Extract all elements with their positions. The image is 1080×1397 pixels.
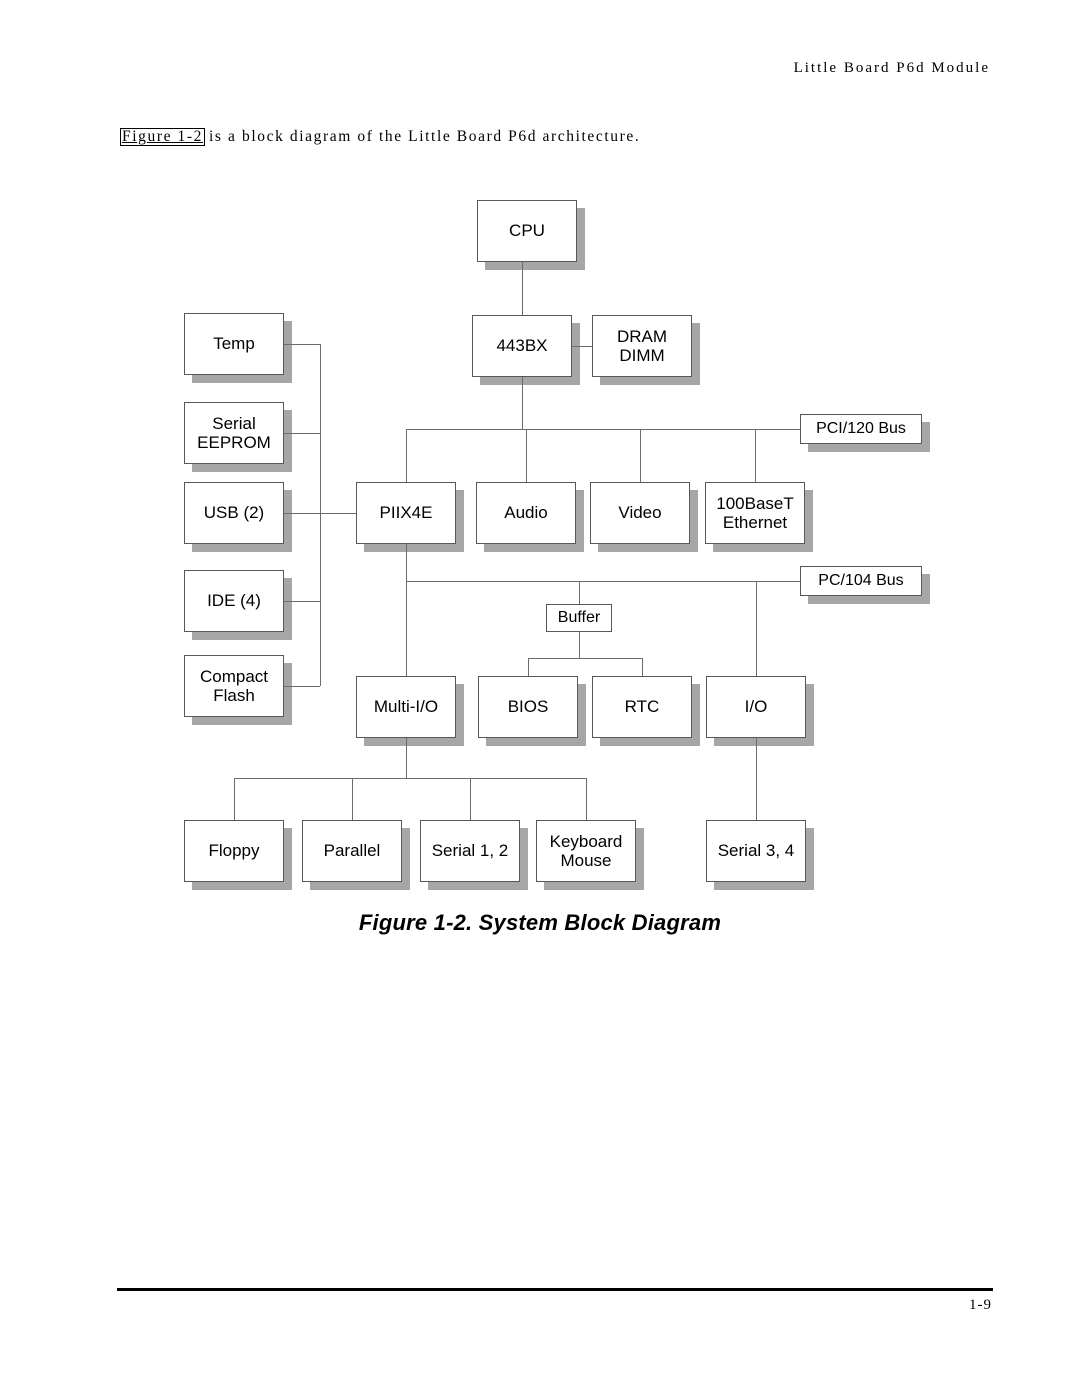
block-cpu[interactable]: CPU [477,200,577,262]
wire-usb-to-piix4e [284,513,356,514]
block-serial-eeprom-label: Serial EEPROM [197,413,271,452]
block-dram-dimm-label: DRAM DIMM [616,326,668,365]
block-pc104-bus[interactable]: PC/104 Bus [800,566,922,596]
wire-ide-stub [284,601,320,602]
wire-compactflash-stub [284,686,320,687]
block-multi-io[interactable]: Multi-I/O [356,676,456,738]
block-audio-label: Audio [504,503,548,523]
block-pci120-bus[interactable]: PCI/120 Bus [800,414,922,444]
block-video[interactable]: Video [590,482,690,544]
wire-cpu-to-443bx [522,262,523,315]
block-parallel-label: Parallel [323,841,381,861]
wire-branch-to-floppy [234,778,235,820]
wire-branch-to-keyboard-mouse [586,778,587,820]
block-pc104-bus-label: PC/104 Bus [818,572,904,590]
wire-bottom-branch-line [234,778,586,779]
wire-443bx-to-dram [572,346,592,347]
block-video-label: Video [618,503,662,523]
block-ide-label: IDE (4) [207,591,261,611]
wire-pc104-drop-multiio [406,581,407,676]
wire-branch-to-serial12 [470,778,471,820]
wire-left-peripheral-bus [320,344,321,686]
footer-page-number: 1-9 [969,1297,992,1313]
block-floppy-label: Floppy [208,841,260,861]
block-443bx-label: 443BX [496,336,548,356]
footer-divider [117,1288,993,1291]
block-temp[interactable]: Temp [184,313,284,375]
block-keyboard-mouse[interactable]: Keyboard Mouse [536,820,636,882]
block-100baset-ethernet[interactable]: 100BaseT Ethernet [705,482,805,544]
block-parallel[interactable]: Parallel [302,820,402,882]
figure-caption: Figure 1-2. System Block Diagram [358,910,722,935]
block-ide[interactable]: IDE (4) [184,570,284,632]
block-usb[interactable]: USB (2) [184,482,284,544]
block-rtc[interactable]: RTC [592,676,692,738]
block-cpu-label: CPU [509,221,545,241]
wire-piix4e-to-pc104-bus [406,544,407,582]
block-bios[interactable]: BIOS [478,676,578,738]
block-multi-io-label: Multi-I/O [373,697,439,717]
block-floppy[interactable]: Floppy [184,820,284,882]
block-piix4e[interactable]: PIIX4E [356,482,456,544]
block-443bx[interactable]: 443BX [472,315,572,377]
system-block-diagram: CPU 443BX DRAM DIMM Temp Serial EEPROM U… [0,0,1080,980]
wire-multiio-down [406,738,407,778]
wire-pc104-bus-line [406,581,800,582]
block-serial-3-4-label: Serial 3, 4 [717,841,795,861]
wire-branch-to-parallel [352,778,353,820]
block-audio[interactable]: Audio [476,482,576,544]
wire-io-to-serial34 [756,738,757,820]
block-compact-flash[interactable]: Compact Flash [184,655,284,717]
block-keyboard-mouse-label: Keyboard Mouse [549,831,623,870]
block-serial-3-4[interactable]: Serial 3, 4 [706,820,806,882]
wire-pci-drop-video [640,429,641,482]
block-buffer[interactable]: Buffer [546,604,612,632]
block-dram-dimm[interactable]: DRAM DIMM [592,315,692,377]
wire-buffer-branch [528,658,642,659]
wire-pci-drop-piix4e [406,429,407,482]
block-io-label: I/O [744,697,768,717]
block-rtc-label: RTC [624,697,660,717]
block-temp-label: Temp [213,334,255,354]
block-compact-flash-label: Compact Flash [199,666,269,705]
wire-pc104-drop-buffer [579,581,580,604]
block-buffer-label: Buffer [557,609,601,627]
wire-pci120-bus-line [406,429,800,430]
wire-branch-to-bios [528,658,529,676]
wire-buffer-down [579,632,580,658]
block-bios-label: BIOS [507,697,549,717]
block-100baset-ethernet-label: 100BaseT Ethernet [716,493,794,532]
wire-pci-drop-ethernet [755,429,756,482]
wire-branch-to-rtc [642,658,643,676]
block-serial-eeprom[interactable]: Serial EEPROM [184,402,284,464]
wire-temp-stub [284,344,320,345]
block-piix4e-label: PIIX4E [379,503,433,523]
wire-pc104-drop-io [756,581,757,676]
block-io[interactable]: I/O [706,676,806,738]
block-serial-1-2[interactable]: Serial 1, 2 [420,820,520,882]
wire-pci-drop-audio [526,429,527,482]
wire-443bx-to-pci-bus [522,377,523,429]
wire-eeprom-stub [284,433,320,434]
block-serial-1-2-label: Serial 1, 2 [431,841,509,861]
block-usb-label: USB (2) [203,503,265,523]
block-pci120-bus-label: PCI/120 Bus [816,420,906,438]
